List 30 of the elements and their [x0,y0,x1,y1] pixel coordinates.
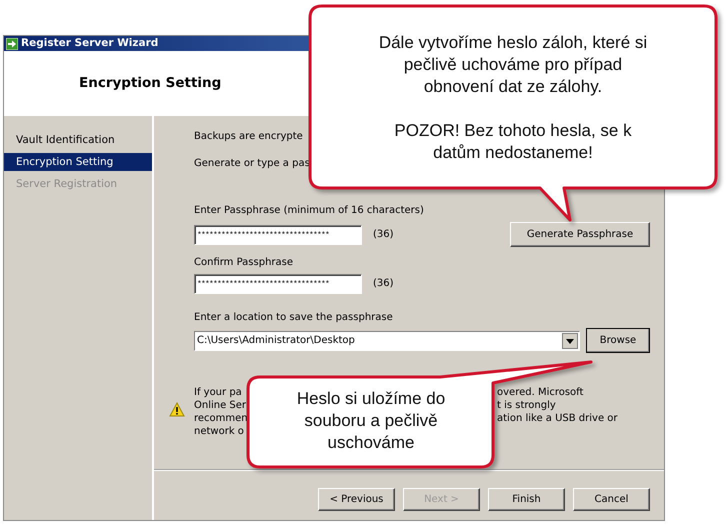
warning-text: t is strongly [497,399,556,412]
field-label: Enter Passphrase (minimum of 16 characters) [194,205,424,217]
warning-text: recommen [194,412,248,425]
password-field[interactable]: ********************************* [194,224,362,244]
window-title: Register Server Wizard [21,36,158,51]
character-count: (36) [373,278,394,290]
finish-button[interactable]: Finish [488,488,565,511]
warning-text: If your pa [194,386,242,399]
warning-text: ation like a USB drive or [497,412,618,425]
warning-text: overed. Microsoft [497,386,584,399]
sidebar-item[interactable]: Vault Identification [4,131,152,149]
warning-icon [169,402,185,417]
previous-button[interactable]: < Previous [318,488,395,511]
generate-passphrase-button[interactable]: Generate Passphrase [510,222,650,247]
browse-button[interactable]: Browse [586,328,650,353]
warning-text: network o [194,425,244,438]
warning-text: Online Ser [194,399,246,412]
character-count: (36) [373,228,394,240]
password-field[interactable]: ********************************* [194,274,362,294]
page-heading: Encryption Setting [79,74,222,94]
field-label: Confirm Passphrase [194,257,294,269]
sidebar-item: Server Registration [15,177,118,192]
callout-text: Dále vytvoříme heslo záloh, které si pečlivě uchováme pro případ obnovení dat ze zálohy. [378,32,648,98]
callout-text: POZOR! Bez tohoto hesla, se k datům nedostaneme! [393,120,633,164]
field-label: Enter a location to save the passphrase [194,312,393,324]
callout-text: Heslo si uložíme do souboru a pečlivě uschováme [296,388,446,454]
intro-text: Backups are encrypte [194,131,303,143]
cancel-button[interactable]: Cancel [573,488,650,511]
location-dropdown[interactable]: C:\Users\Administrator\Desktop [194,330,580,350]
sidebar-item[interactable]: Encryption Setting [4,153,152,171]
